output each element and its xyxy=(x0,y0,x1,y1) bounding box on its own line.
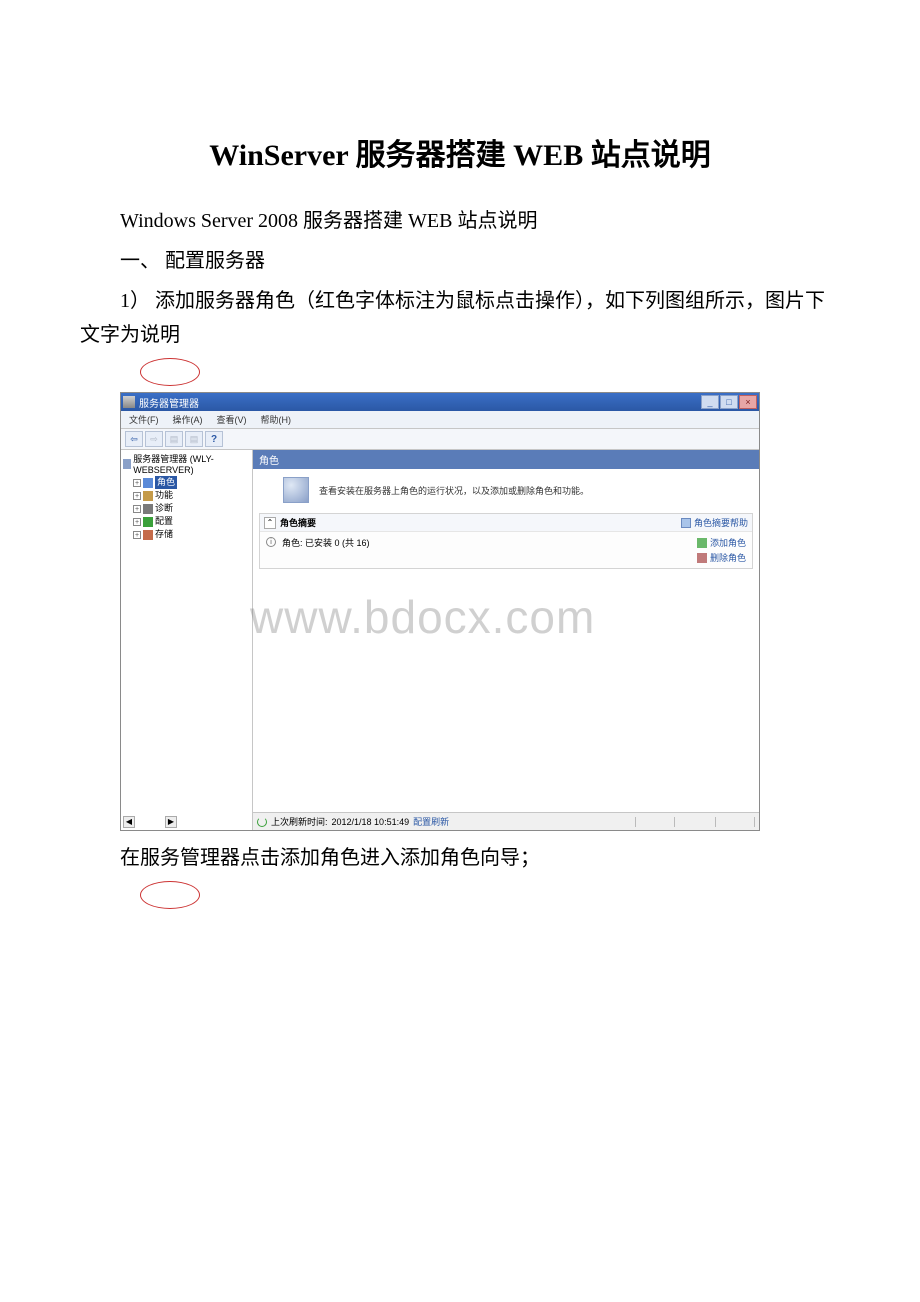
tree-item-roles[interactable]: + 角色 xyxy=(123,476,250,489)
status-grip-1 xyxy=(635,817,675,827)
expand-icon[interactable]: + xyxy=(133,531,141,539)
menu-file[interactable]: 文件(F) xyxy=(129,413,159,426)
collapse-button[interactable]: ⌃ xyxy=(264,517,276,529)
tree-root[interactable]: 服务器管理器 (WLY-WEBSERVER) xyxy=(123,452,250,475)
panel-description-row: 查看安装在服务器上角色的运行状况，以及添加或删除角色和功能。 xyxy=(253,469,759,511)
help-button[interactable]: ? xyxy=(205,431,223,447)
section-title: 角色摘要 xyxy=(280,516,681,529)
menu-bar: 文件(F) 操作(A) 查看(V) 帮助(H) xyxy=(121,411,759,429)
heading-section-1: 一、 配置服务器 xyxy=(80,244,840,278)
up-button[interactable] xyxy=(165,431,183,447)
close-button[interactable]: × xyxy=(739,395,757,409)
document-title: WinServer 服务器搭建 WEB 站点说明 xyxy=(80,130,840,174)
tree-item-diagnostics[interactable]: + 诊断 xyxy=(123,502,250,515)
roles-big-icon xyxy=(283,477,309,503)
storage-icon xyxy=(143,530,153,540)
roles-installed-text: 角色: 已安装 0 (共 16) xyxy=(282,536,370,549)
help-icon: ? xyxy=(211,434,217,445)
window-titlebar[interactable]: 服务器管理器 _ □ × xyxy=(121,393,759,411)
remove-role-icon xyxy=(697,553,707,563)
expand-icon[interactable]: + xyxy=(133,518,141,526)
tree-item-configuration[interactable]: + 配置 xyxy=(123,515,250,528)
toolbar: ? xyxy=(121,429,759,450)
roles-summary-section: ⌃ 角色摘要 角色摘要帮助 i 角色: 已安装 0 (共 16) xyxy=(259,513,753,569)
scroll-left-icon[interactable]: ◀ xyxy=(123,816,135,828)
tree-item-label: 配置 xyxy=(155,515,173,528)
add-role-label: 添加角色 xyxy=(710,536,746,549)
paragraph-intro: Windows Server 2008 服务器搭建 WEB 站点说明 xyxy=(80,204,840,238)
content-pane: 角色 查看安装在服务器上角色的运行状况，以及添加或删除角色和功能。 ⌃ 角色摘要… xyxy=(253,450,759,830)
menu-view[interactable]: 查看(V) xyxy=(217,413,247,426)
remove-role-label: 删除角色 xyxy=(710,551,746,564)
info-icon: i xyxy=(266,537,276,547)
tree-root-label: 服务器管理器 (WLY-WEBSERVER) xyxy=(133,452,250,475)
tree-item-storage[interactable]: + 存储 xyxy=(123,528,250,541)
server-manager-icon xyxy=(123,396,135,408)
back-button[interactable] xyxy=(125,431,143,447)
roles-summary-help-link[interactable]: 角色摘要帮助 xyxy=(681,516,748,529)
status-bar: 上次刷新时间: 2012/1/18 10:51:49 配置刷新 xyxy=(253,812,759,830)
refresh-icon[interactable] xyxy=(257,817,267,827)
window-title: 服务器管理器 xyxy=(139,395,701,410)
expand-icon[interactable]: + xyxy=(133,479,141,487)
maximize-button[interactable]: □ xyxy=(720,395,738,409)
last-refresh-label: 上次刷新时间: xyxy=(271,815,328,828)
roles-icon xyxy=(143,478,153,488)
menu-help[interactable]: 帮助(H) xyxy=(261,413,292,426)
diagnostics-icon xyxy=(143,504,153,514)
minimize-button[interactable]: _ xyxy=(701,395,719,409)
tree-pane: 服务器管理器 (WLY-WEBSERVER) + 角色 + 功能 + 诊断 xyxy=(121,450,253,830)
status-grip-2 xyxy=(715,817,755,827)
highlight-oval-2 xyxy=(140,881,200,909)
add-role-icon xyxy=(697,538,707,548)
expand-icon[interactable]: + xyxy=(133,492,141,500)
features-icon xyxy=(143,491,153,501)
properties-button[interactable] xyxy=(185,431,203,447)
server-manager-window: 服务器管理器 _ □ × 文件(F) 操作(A) 查看(V) 帮助(H) ? xyxy=(120,392,760,831)
highlight-oval-1 xyxy=(140,358,200,386)
configuration-icon xyxy=(143,517,153,527)
panel-header: 角色 xyxy=(253,450,759,469)
tree-item-features[interactable]: + 功能 xyxy=(123,489,250,502)
tree-item-label: 功能 xyxy=(155,489,173,502)
help-link-label: 角色摘要帮助 xyxy=(694,516,748,529)
add-role-link[interactable]: 添加角色 xyxy=(697,536,746,549)
scroll-right-icon[interactable]: ▶ xyxy=(165,816,177,828)
expand-icon[interactable]: + xyxy=(133,505,141,513)
tree-item-label: 角色 xyxy=(155,476,177,489)
tree-hscroll[interactable]: ◀ ▶ xyxy=(123,816,177,828)
remove-role-link[interactable]: 删除角色 xyxy=(697,551,746,564)
paragraph-step-1: 1） 添加服务器角色（红色字体标注为鼠标点击操作），如下列图组所示，图片下文字为… xyxy=(80,284,840,352)
help-link-icon xyxy=(681,518,691,528)
panel-description-text: 查看安装在服务器上角色的运行状况，以及添加或删除角色和功能。 xyxy=(319,484,589,497)
forward-button[interactable] xyxy=(145,431,163,447)
server-icon xyxy=(123,459,131,469)
tree-item-label: 存储 xyxy=(155,528,173,541)
tree-item-label: 诊断 xyxy=(155,502,173,515)
menu-action[interactable]: 操作(A) xyxy=(173,413,203,426)
configure-refresh-link[interactable]: 配置刷新 xyxy=(413,815,449,828)
paragraph-caption-1: 在服务管理器点击添加角色进入添加角色向导； xyxy=(80,841,840,875)
last-refresh-time: 2012/1/18 10:51:49 xyxy=(332,817,410,827)
